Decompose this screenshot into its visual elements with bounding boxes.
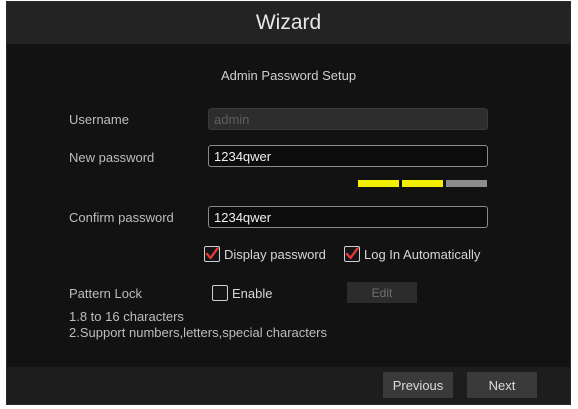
password-strength-bar-2 [402, 180, 443, 187]
title-bar: Wizard [7, 2, 570, 44]
pattern-lock-label: Pattern Lock [69, 286, 142, 301]
new-password-field[interactable] [208, 145, 488, 167]
pattern-lock-enable-option[interactable]: Enable [212, 285, 272, 301]
auto-login-label: Log In Automatically [364, 246, 481, 262]
new-password-label: New password [69, 150, 155, 165]
auto-login-option[interactable]: Log In Automatically [344, 246, 480, 262]
password-rule-1: 1.8 to 16 characters [69, 309, 184, 324]
password-rule-2: 2.Support numbers,letters,special charac… [69, 325, 327, 340]
password-strength-bar-1 [358, 180, 399, 187]
confirm-password-field[interactable] [208, 206, 488, 228]
wizard-dialog: Wizard Admin Password Setup Username New… [6, 1, 571, 405]
pattern-lock-edit-button[interactable]: Edit [347, 282, 417, 303]
username-label: Username [69, 112, 129, 127]
next-button[interactable]: Next [467, 372, 537, 398]
check-mark-icon [345, 247, 359, 260]
display-password-checkbox[interactable] [204, 246, 220, 262]
password-strength-bar-3 [446, 180, 487, 187]
footer-bar: Previous Next [7, 367, 570, 404]
pattern-lock-enable-label: Enable [232, 285, 273, 301]
section-title: Admin Password Setup [220, 68, 357, 83]
username-field [208, 108, 488, 130]
pattern-lock-enable-checkbox[interactable] [212, 285, 228, 301]
display-password-option[interactable]: Display password [204, 246, 326, 262]
auto-login-checkbox[interactable] [344, 246, 360, 262]
display-password-label: Display password [224, 246, 326, 262]
dialog-title: Wizard [255, 11, 322, 34]
confirm-password-label: Confirm password [69, 210, 174, 225]
check-mark-icon [205, 247, 219, 260]
previous-button[interactable]: Previous [383, 372, 453, 398]
